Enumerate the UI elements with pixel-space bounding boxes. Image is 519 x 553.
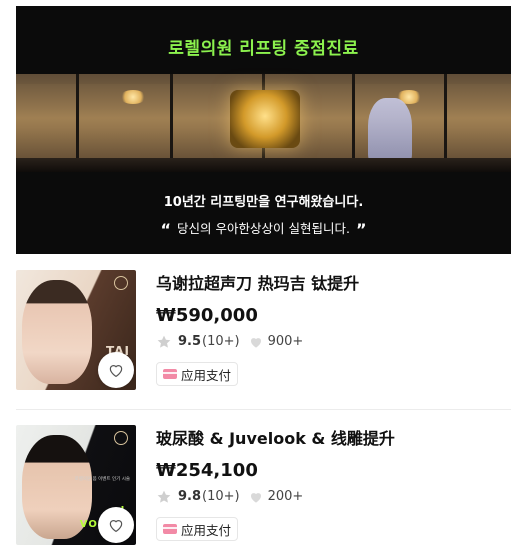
banner-image bbox=[16, 74, 511, 172]
like-count: 900+ bbox=[267, 334, 304, 349]
product-info: 玻尿酸 & Juvelook & 线雕提升 ₩254,100 9.8 (10+)… bbox=[156, 425, 511, 541]
card-icon bbox=[163, 369, 177, 379]
card-icon bbox=[163, 524, 177, 534]
wishlist-button[interactable] bbox=[98, 507, 134, 543]
star-icon bbox=[157, 335, 171, 348]
banner-subtitle: 10년간 리프팅만을 연구해왔습니다. bbox=[163, 195, 364, 210]
review-count: (10+) bbox=[202, 334, 240, 349]
product-name[interactable]: 乌谢拉超声刀 热玛吉 钛提升 bbox=[156, 270, 511, 298]
crest-logo bbox=[230, 90, 300, 148]
heart-icon bbox=[248, 334, 264, 350]
payment-badge: 应用支付 bbox=[156, 517, 239, 541]
thumbnail-caption: 로렐의원 봄 이벤트 인기 시술 bbox=[74, 477, 130, 482]
product-price: ₩254,100 bbox=[156, 460, 258, 481]
star-icon bbox=[157, 490, 171, 503]
wishlist-button[interactable] bbox=[98, 352, 134, 388]
quote-open: “ bbox=[160, 220, 172, 239]
clinic-logo-icon bbox=[114, 431, 128, 445]
quote-close: ” bbox=[355, 220, 367, 239]
product-card[interactable]: 로렐의원 봄 이벤트 인기 시술 L VOLU 玻尿酸 & Juvelook &… bbox=[16, 425, 511, 547]
rating-score: 9.5 bbox=[178, 334, 202, 349]
wishlist-heart-icon bbox=[109, 520, 123, 533]
promo-banner[interactable]: 로렐의원 리프팅 중점진료 10년간 리프팅만을 연구해왔습니다. “ 당신의 우… bbox=[16, 6, 511, 254]
product-thumbnail[interactable]: TAI LI bbox=[16, 270, 136, 390]
divider bbox=[16, 409, 511, 410]
product-price: ₩590,000 bbox=[156, 305, 258, 326]
banner-tagline: “ 당신의 우아한상상이 실현됩니다. ” bbox=[16, 218, 511, 239]
clinic-logo-icon bbox=[114, 276, 128, 290]
product-thumbnail[interactable]: 로렐의원 봄 이벤트 인기 시술 L VOLU bbox=[16, 425, 136, 545]
payment-badge: 应用支付 bbox=[156, 362, 239, 386]
banner-tagline-text: 당신의 우아한상상이 실현됩니다. bbox=[177, 221, 350, 236]
like-count: 200+ bbox=[267, 489, 304, 504]
product-name[interactable]: 玻尿酸 & Juvelook & 线雕提升 bbox=[156, 425, 511, 453]
product-card[interactable]: TAI LI 乌谢拉超声刀 热玛吉 钛提升 ₩590,000 9.5 (10+)… bbox=[16, 270, 511, 392]
review-count: (10+) bbox=[202, 489, 240, 504]
wishlist-heart-icon bbox=[109, 365, 123, 378]
payment-badge-label: 应用支付 bbox=[181, 522, 232, 538]
rating-score: 9.8 bbox=[178, 489, 202, 504]
banner-title: 로렐의원 리프팅 중점진료 bbox=[168, 39, 359, 59]
model-photo bbox=[22, 280, 92, 384]
rating-row: 9.8 (10+) 200+ bbox=[156, 487, 511, 507]
product-info: 乌谢拉超声刀 热玛吉 钛提升 ₩590,000 9.5 (10+) 900+ 应… bbox=[156, 270, 511, 386]
heart-icon bbox=[248, 489, 264, 505]
payment-badge-label: 应用支付 bbox=[181, 367, 232, 383]
rating-row: 9.5 (10+) 900+ bbox=[156, 332, 511, 352]
